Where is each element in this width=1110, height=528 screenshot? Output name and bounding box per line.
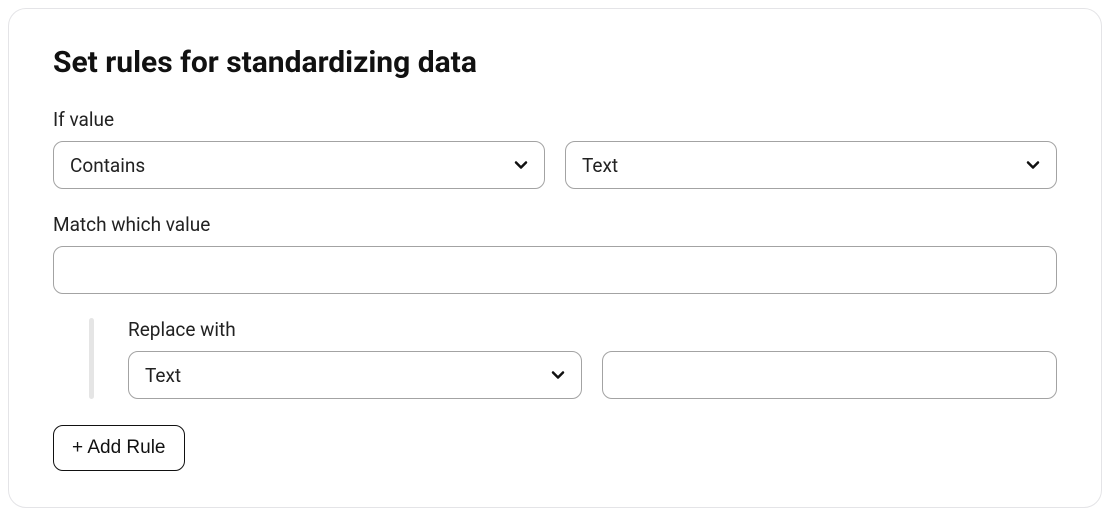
type-select-value: Text bbox=[582, 154, 618, 177]
rules-card: Set rules for standardizing data If valu… bbox=[8, 8, 1102, 508]
add-rule-button[interactable]: + Add Rule bbox=[53, 425, 185, 471]
match-input[interactable] bbox=[53, 246, 1057, 294]
match-section: Match which value bbox=[53, 213, 1057, 294]
replace-row: Text bbox=[128, 351, 1057, 399]
replace-label: Replace with bbox=[128, 318, 1057, 341]
condition-select-value: Contains bbox=[70, 154, 145, 177]
type-select-wrap: Text bbox=[565, 141, 1057, 189]
replace-block: Replace with Text bbox=[89, 318, 1057, 399]
replace-content: Replace with Text bbox=[128, 318, 1057, 399]
replace-value-wrap bbox=[602, 351, 1057, 399]
replace-type-select[interactable]: Text bbox=[128, 351, 582, 399]
replace-value-input[interactable] bbox=[602, 351, 1057, 399]
sub-divider bbox=[89, 318, 94, 399]
replace-type-select-value: Text bbox=[145, 364, 181, 387]
type-select[interactable]: Text bbox=[565, 141, 1057, 189]
replace-type-select-wrap: Text bbox=[128, 351, 582, 399]
condition-select[interactable]: Contains bbox=[53, 141, 545, 189]
condition-select-wrap: Contains bbox=[53, 141, 545, 189]
if-value-label: If value bbox=[53, 108, 1057, 131]
card-title: Set rules for standardizing data bbox=[53, 45, 1057, 80]
add-rule-button-label: + Add Rule bbox=[72, 437, 166, 459]
match-label: Match which value bbox=[53, 213, 1057, 236]
if-value-row: Contains Text bbox=[53, 141, 1057, 189]
